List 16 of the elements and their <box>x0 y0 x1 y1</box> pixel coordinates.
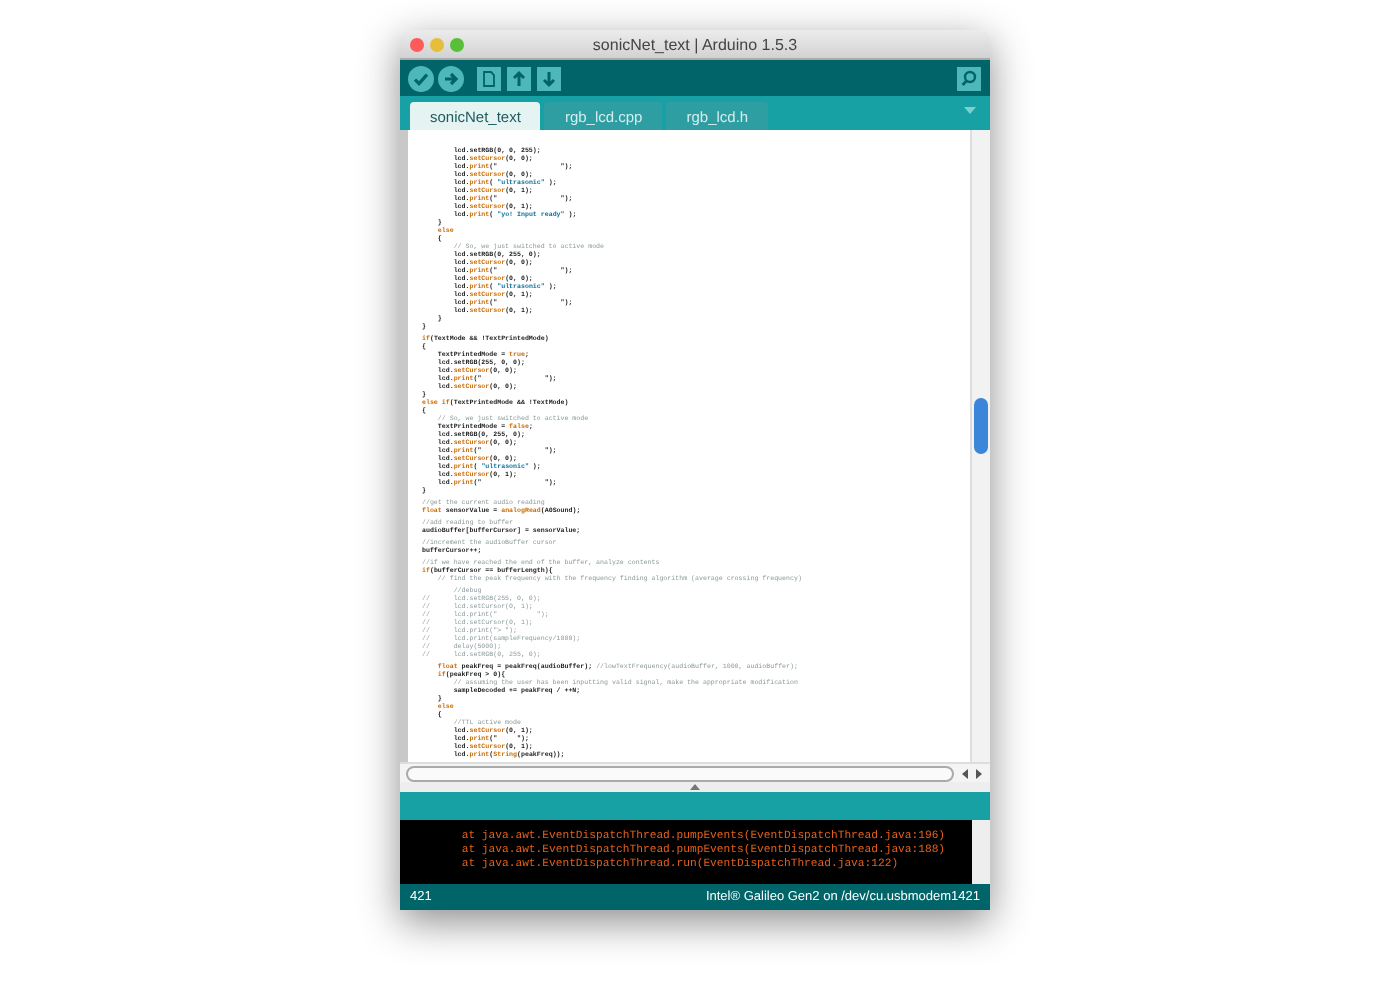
upload-arrow-icon[interactable] <box>438 65 464 91</box>
scroll-thumb[interactable] <box>974 398 988 454</box>
horizontal-scrollbar[interactable] <box>406 765 954 781</box>
console-scrollbar[interactable] <box>972 820 990 884</box>
verify-check-icon[interactable] <box>408 65 434 91</box>
tab-menu-triangle-icon[interactable] <box>962 101 978 117</box>
search-icon[interactable] <box>956 65 982 91</box>
save-down-arrow-icon[interactable] <box>536 65 562 91</box>
zoom-button[interactable] <box>450 37 464 51</box>
splitter-triangle-icon[interactable] <box>690 784 700 790</box>
close-button[interactable] <box>410 37 424 51</box>
window-title: sonicNet_text | Arduino 1.5.3 <box>592 35 798 53</box>
new-document-icon[interactable] <box>476 65 502 91</box>
scroll-arrows-icon[interactable] <box>960 767 984 779</box>
open-up-arrow-icon[interactable] <box>506 65 532 91</box>
vertical-scrollbar[interactable] <box>970 130 990 762</box>
